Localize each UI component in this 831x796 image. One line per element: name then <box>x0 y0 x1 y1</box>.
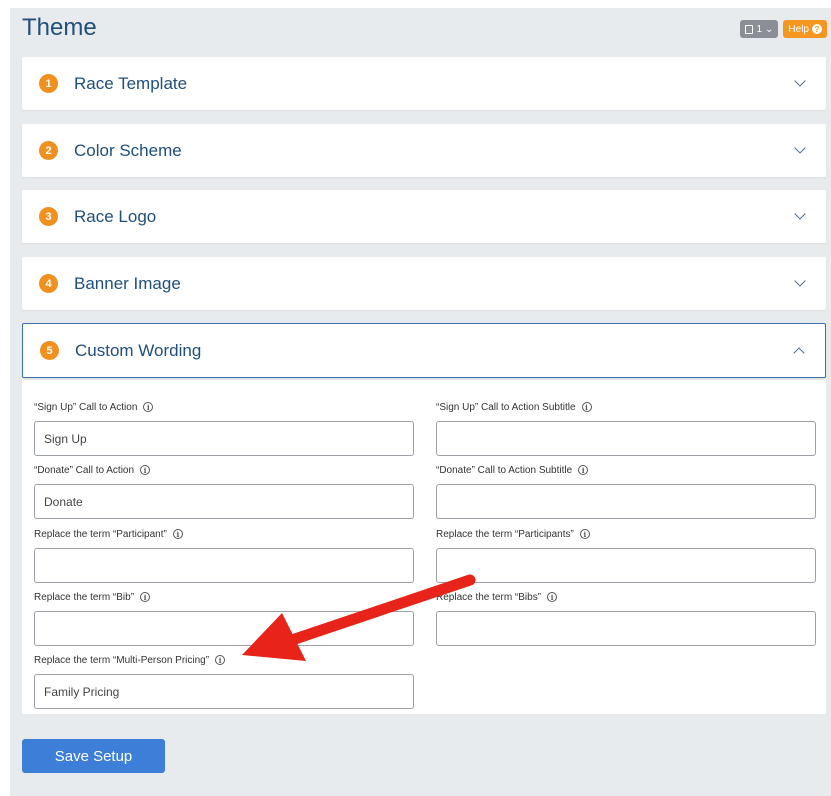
info-icon[interactable]: i <box>578 465 589 475</box>
chevron-down-icon[interactable] <box>794 208 806 220</box>
section-title: Race Template <box>74 73 188 93</box>
participants-term-input[interactable] <box>436 548 816 583</box>
step-badge: 4 <box>39 274 58 293</box>
step-badge: 1 <box>39 74 58 93</box>
field-label: Replace the term “Multi-Person Pricing” <box>34 654 210 666</box>
field-sign-up-cta-subtitle: “Sign Up” Call to Action Subtitle i <box>436 400 816 456</box>
field-label: “Sign Up” Call to Action Subtitle <box>436 401 576 413</box>
theme-page: Theme 1 ⌄ Help ? 1 Race Template 2 Color… <box>10 8 831 796</box>
top-controls: 1 ⌄ Help ? <box>740 20 827 38</box>
section-title: Custom Wording <box>75 340 202 360</box>
document-icon <box>745 24 754 34</box>
field-participants: Replace the term “Participants” i <box>436 527 816 583</box>
field-label: “Sign Up” Call to Action <box>34 401 138 413</box>
field-label: Replace the term “Participant” <box>34 528 167 540</box>
field-multi-person-pricing: Replace the term “Multi-Person Pricing” i <box>34 653 414 709</box>
field-label: “Donate” Call to Action Subtitle <box>436 464 573 476</box>
info-icon[interactable]: i <box>579 529 590 539</box>
field-label: “Donate” Call to Action <box>34 464 135 476</box>
info-icon[interactable]: i <box>215 655 226 665</box>
bibs-term-input[interactable] <box>436 611 816 646</box>
participant-term-input[interactable] <box>34 548 414 583</box>
chevron-up-icon[interactable] <box>793 347 805 359</box>
info-icon[interactable]: i <box>581 402 592 412</box>
step-badge: 5 <box>40 341 59 360</box>
field-donate-cta: “Donate” Call to Action i <box>34 463 414 519</box>
chevron-down-icon[interactable] <box>794 275 806 287</box>
donate-cta-subtitle-input[interactable] <box>436 484 816 519</box>
donate-cta-input[interactable] <box>34 484 414 519</box>
multi-person-pricing-input[interactable] <box>34 674 414 709</box>
document-dropdown[interactable]: 1 ⌄ <box>740 20 779 38</box>
info-icon[interactable]: i <box>140 465 151 475</box>
section-title: Race Logo <box>74 206 157 226</box>
custom-wording-form: “Sign Up” Call to Action i “Sign Up” Call… <box>22 380 826 714</box>
section-banner-image[interactable]: 4 Banner Image <box>22 257 826 310</box>
document-count: 1 <box>756 23 763 35</box>
save-setup-button[interactable]: Save Setup <box>22 739 165 773</box>
chevron-down-icon[interactable] <box>794 75 806 87</box>
section-custom-wording[interactable]: 5 Custom Wording <box>22 323 826 378</box>
help-label: Help <box>788 23 809 35</box>
help-button[interactable]: Help ? <box>783 20 827 38</box>
question-circle-icon: ? <box>812 24 822 34</box>
page-title: Theme <box>22 14 97 41</box>
info-icon[interactable]: i <box>547 592 558 602</box>
info-icon[interactable]: i <box>172 529 183 539</box>
field-label: Replace the term “Bib” <box>34 591 135 603</box>
step-badge: 2 <box>39 141 58 160</box>
section-title: Banner Image <box>74 273 181 293</box>
info-icon[interactable]: i <box>140 592 151 602</box>
bib-term-input[interactable] <box>34 611 414 646</box>
info-icon[interactable]: i <box>143 402 154 412</box>
section-race-template[interactable]: 1 Race Template <box>22 57 826 110</box>
field-sign-up-cta: “Sign Up” Call to Action i <box>34 400 414 456</box>
section-color-scheme[interactable]: 2 Color Scheme <box>22 124 826 177</box>
field-participant: Replace the term “Participant” i <box>34 527 414 583</box>
field-donate-cta-subtitle: “Donate” Call to Action Subtitle i <box>436 463 816 519</box>
chevron-down-icon[interactable] <box>794 142 806 154</box>
chevron-down-icon: ⌄ <box>765 23 774 35</box>
field-label: Replace the term “Bibs” <box>436 591 542 603</box>
sign-up-cta-subtitle-input[interactable] <box>436 421 816 456</box>
section-title: Color Scheme <box>74 140 182 160</box>
field-label: Replace the term “Participants” <box>436 528 574 540</box>
section-race-logo[interactable]: 3 Race Logo <box>22 190 826 243</box>
field-bib: Replace the term “Bib” i <box>34 590 414 646</box>
step-badge: 3 <box>39 207 58 226</box>
field-bibs: Replace the term “Bibs” i <box>436 590 816 646</box>
sign-up-cta-input[interactable] <box>34 421 414 456</box>
